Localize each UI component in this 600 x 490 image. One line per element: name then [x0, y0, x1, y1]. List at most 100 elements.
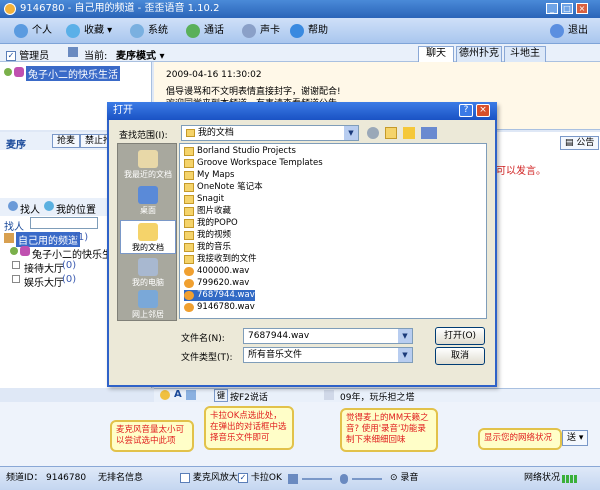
- speaker-volume-slider[interactable]: [302, 478, 332, 480]
- font-icon[interactable]: A: [174, 389, 182, 400]
- place-my-computer[interactable]: 我的电脑: [120, 256, 176, 290]
- list-item[interactable]: OneNote 笔记本: [184, 182, 263, 193]
- dialog-help-button[interactable]: ?: [459, 104, 473, 117]
- audio-file-icon: [184, 303, 194, 312]
- mic-amp-checkbox[interactable]: 麦克风放大: [180, 467, 238, 489]
- image-icon[interactable]: [186, 390, 196, 400]
- folder-icon: [184, 171, 194, 180]
- notice-text: 可以发言。: [496, 166, 546, 177]
- lookin-label: 查找范围(I):: [119, 131, 168, 141]
- close-window-button[interactable]: ×: [576, 3, 588, 14]
- tab-landlord[interactable]: 斗地主: [504, 46, 546, 62]
- app-icon: [4, 3, 16, 15]
- folder-icon: [184, 195, 194, 204]
- list-item[interactable]: My Maps: [184, 170, 234, 181]
- list-item[interactable]: 9146780.wav: [184, 302, 255, 313]
- mode-dropdown[interactable]: 麦序模式 ▾: [116, 47, 165, 62]
- grab-mic-button[interactable]: 抢麦: [52, 134, 81, 148]
- list-item-selected[interactable]: 7687944.wav: [184, 290, 255, 301]
- maximize-button[interactable]: □: [561, 3, 573, 14]
- chat-timestamp: 2009-04-16 11:30:02: [166, 70, 262, 80]
- filename-label: 文件名(N):: [181, 334, 225, 344]
- filename-input[interactable]: 7687944.wav ▼: [243, 328, 413, 344]
- mic-volume-slider[interactable]: [352, 478, 382, 480]
- main-toolbar: 个人 收藏 ▾ 系统 通话 声卡 帮助 退出: [0, 18, 600, 44]
- list-item[interactable]: 我的音乐: [184, 242, 231, 253]
- view-menu-icon[interactable]: [421, 127, 437, 139]
- folder-icon: [184, 183, 194, 192]
- admin-checkbox[interactable]: ✓ 管理员: [6, 47, 49, 62]
- computer-icon: [138, 258, 158, 276]
- find-icon: [8, 201, 18, 211]
- cancel-button[interactable]: 取消: [435, 347, 485, 365]
- dialog-close-button[interactable]: ×: [476, 104, 490, 117]
- root-count: (1): [74, 232, 89, 243]
- folder-icon: [186, 128, 195, 137]
- channel-id: 9146780: [46, 473, 87, 483]
- open-button[interactable]: 打开(O): [435, 327, 485, 345]
- lookin-dropdown[interactable]: 我的文档 ▼: [181, 125, 359, 141]
- speaker-icon: [288, 474, 298, 484]
- send-button[interactable]: 送 ▾: [562, 430, 589, 446]
- place-desktop[interactable]: 桌面: [120, 184, 176, 218]
- sound-card-button[interactable]: 声卡: [242, 23, 280, 39]
- place-my-documents[interactable]: 我的文档: [120, 220, 176, 254]
- record-button[interactable]: ⊙ 录音: [390, 467, 418, 489]
- list-item[interactable]: 我的POPO: [184, 218, 238, 229]
- exit-button[interactable]: 退出: [550, 23, 588, 39]
- record-icon: ⊙: [390, 473, 398, 483]
- list-item[interactable]: Groove Workspace Templates: [184, 158, 323, 169]
- list-item[interactable]: 400000.wav: [184, 266, 249, 277]
- help-tips-area: 麦克风音量太小可以尝试选中此项 卡拉OK点选此处，在弹出的对话框中选择音乐文件即…: [0, 402, 600, 466]
- system-button[interactable]: 系统: [130, 23, 168, 39]
- audio-file-icon: [184, 267, 194, 276]
- tree-room[interactable]: 接待大厅: [24, 260, 64, 275]
- folder-icon: [184, 231, 194, 240]
- list-item[interactable]: 我接收到的文件: [184, 254, 257, 265]
- input-toolbar: A 键 按F2说话 09年，玩乐担之塔: [154, 388, 600, 403]
- announcement-button[interactable]: ▤ 公告: [560, 136, 600, 150]
- new-folder-icon[interactable]: [403, 127, 415, 139]
- current-label: 当前:: [84, 51, 108, 62]
- list-item[interactable]: Snagit: [184, 194, 224, 205]
- find-person-input[interactable]: [30, 217, 98, 229]
- channel-icon: [4, 233, 14, 243]
- network-icon: [138, 290, 158, 308]
- folder-icon: [184, 219, 194, 228]
- phone-icon: [186, 24, 200, 38]
- personal-button[interactable]: 个人: [14, 23, 52, 39]
- karaoke-checkbox[interactable]: ✓ 卡拉OK: [238, 467, 282, 489]
- back-icon[interactable]: [367, 127, 379, 139]
- list-item[interactable]: 图片收藏: [184, 206, 231, 217]
- tree-root[interactable]: 自己用的频道: [16, 232, 80, 247]
- speaker-icon: [242, 24, 256, 38]
- dialog-title-bar: 打开 ? ×: [107, 102, 497, 120]
- place-recent[interactable]: 我最近的文档: [120, 148, 176, 182]
- emoji-icon[interactable]: [160, 390, 170, 400]
- speaking-user[interactable]: 兔子小二的快乐生活: [26, 66, 120, 81]
- tab-chat[interactable]: 聊天: [418, 46, 454, 62]
- folder-icon: [184, 255, 194, 264]
- title-bar: 9146780 - 自己用的频道 - 歪歪语音 1.10.2 _ □ ×: [0, 0, 600, 18]
- tree-room[interactable]: 娱乐大厅: [24, 274, 64, 289]
- favorites-button[interactable]: 收藏 ▾: [66, 23, 112, 39]
- place-network[interactable]: 网上邻居: [120, 288, 176, 322]
- phone-button[interactable]: 通话: [186, 23, 224, 39]
- up-folder-icon[interactable]: [385, 127, 397, 139]
- location-icon: [44, 201, 54, 211]
- filetype-dropdown[interactable]: 所有音乐文件 ▼: [243, 347, 413, 363]
- list-item[interactable]: 799620.wav: [184, 278, 249, 289]
- tip-mic-volume: 麦克风音量太小可以尝试选中此项: [110, 420, 194, 452]
- tab-texas[interactable]: 德州扑克: [456, 46, 502, 62]
- find-button[interactable]: 找人: [20, 201, 40, 216]
- help-button[interactable]: 帮助: [290, 23, 328, 39]
- expand-icon[interactable]: [12, 275, 20, 283]
- my-position-button[interactable]: 我的位置: [56, 201, 96, 216]
- minimize-button[interactable]: _: [546, 3, 558, 14]
- key-button[interactable]: 键: [214, 389, 228, 402]
- status-icon: [10, 247, 18, 255]
- expand-icon[interactable]: [12, 261, 20, 269]
- list-item[interactable]: Borland Studio Projects: [184, 146, 296, 157]
- grid-icon: [68, 47, 78, 57]
- list-item[interactable]: 我的视频: [184, 230, 231, 241]
